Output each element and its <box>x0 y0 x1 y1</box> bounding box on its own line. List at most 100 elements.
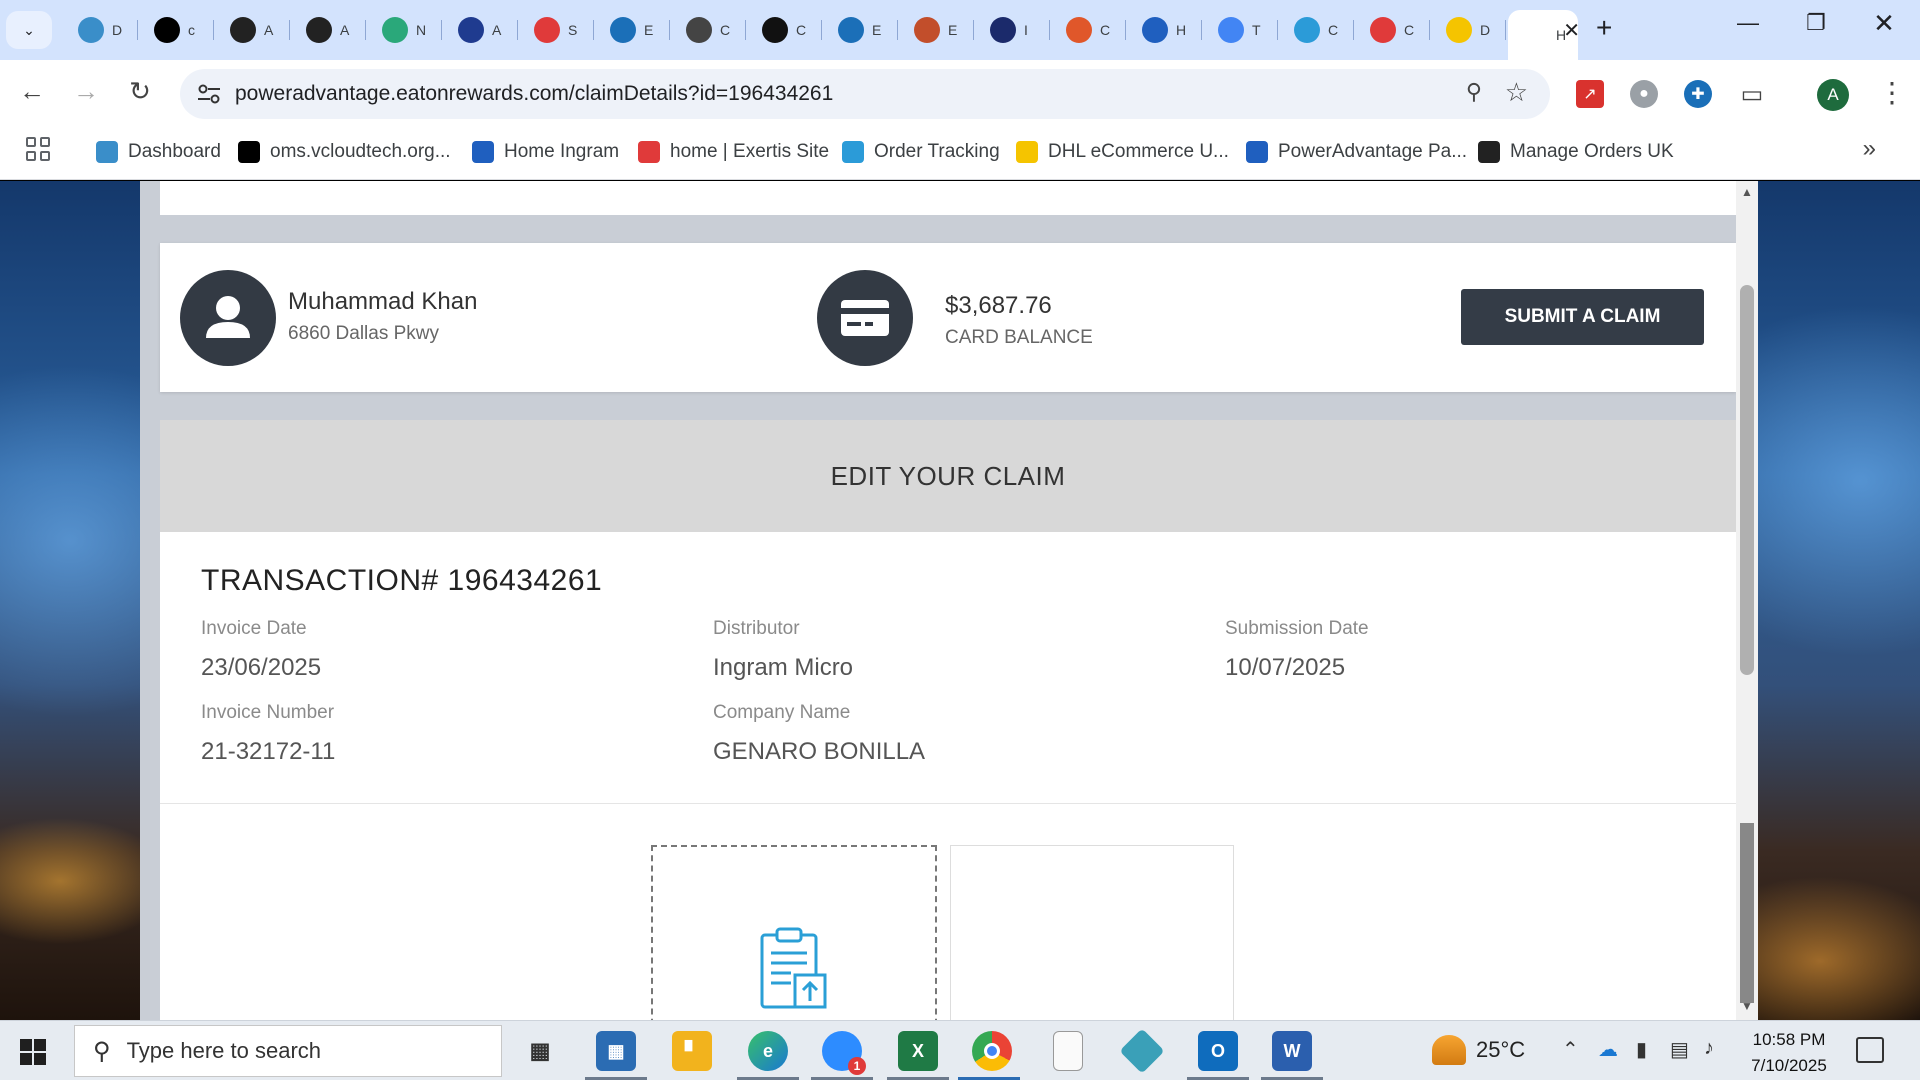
tab-title: E <box>948 22 958 38</box>
url-text[interactable]: poweradvantage.eatonrewards.com/claimDet… <box>235 82 833 106</box>
restore-button[interactable]: ❐ <box>1796 10 1836 36</box>
close-window-button[interactable]: ✕ <box>1864 8 1904 39</box>
weather-widget[interactable]: 25°C <box>1432 1035 1525 1065</box>
tab-separator <box>745 20 746 40</box>
browser-tab[interactable]: C <box>748 10 822 50</box>
close-tab-icon[interactable]: ✕ <box>1563 18 1580 43</box>
scrollbar-thumb[interactable] <box>1740 285 1754 675</box>
tab-title: T <box>1252 22 1261 38</box>
reload-button[interactable]: ↻ <box>122 76 158 107</box>
search-icon: ⚲ <box>93 1037 111 1065</box>
volume-icon[interactable]: ♪ <box>1704 1037 1714 1060</box>
bookmark-item[interactable]: Manage Orders UK <box>1478 137 1674 167</box>
support-extension-icon[interactable]: ✚ <box>1684 80 1712 108</box>
browser-tab[interactable]: C <box>1280 10 1354 50</box>
clock-date: 7/10/2025 <box>1751 1056 1827 1075</box>
network-icon[interactable]: ▤ <box>1670 1037 1689 1062</box>
browser-tab[interactable]: A <box>216 10 290 50</box>
browser-tab[interactable]: N <box>368 10 442 50</box>
notification-center-icon[interactable] <box>1856 1037 1884 1063</box>
clock-time: 10:58 PM <box>1752 1030 1826 1049</box>
bookmark-star-icon[interactable]: ☆ <box>1505 77 1528 108</box>
browser-tab[interactable]: S <box>520 10 594 50</box>
tab-separator <box>669 20 670 40</box>
pdf-extension-icon[interactable]: ↗ <box>1576 80 1604 108</box>
tab-separator <box>1429 20 1430 40</box>
new-tab-button[interactable]: + <box>1596 12 1612 44</box>
browser-tab[interactable]: H <box>1128 10 1202 50</box>
browser-tab[interactable]: D <box>64 10 138 50</box>
onedrive-cloud-icon[interactable]: ☁ <box>1598 1037 1618 1062</box>
browser-tab[interactable]: I <box>976 10 1050 50</box>
apps-grid-icon[interactable] <box>26 137 50 161</box>
back-button[interactable]: ← <box>14 76 50 107</box>
excel-icon[interactable]: X <box>898 1031 938 1071</box>
bookmark-label: Home Ingram <box>504 141 620 162</box>
task-view-icon[interactable]: ▦ <box>520 1031 560 1071</box>
browser-tab[interactable]: T <box>1204 10 1278 50</box>
bookmark-item[interactable]: DHL eCommerce U... <box>1016 137 1229 167</box>
profile-avatar[interactable]: A <box>1817 79 1849 111</box>
bookmark-item[interactable]: PowerAdvantage Pa... <box>1246 137 1467 167</box>
bookmark-label: Manage Orders UK <box>1510 141 1674 162</box>
browser-tab[interactable]: D <box>1432 10 1506 50</box>
taskbar-search-box[interactable]: ⚲ Type here to search <box>74 1025 502 1077</box>
upload-dropzone[interactable] <box>651 845 937 1020</box>
bookmark-item[interactable]: oms.vcloudtech.org... <box>238 137 451 167</box>
windows-start-icon[interactable] <box>20 1039 46 1065</box>
tab-separator <box>137 20 138 40</box>
forward-button[interactable]: → <box>68 76 104 107</box>
tab-title: S <box>568 22 578 38</box>
system-clock[interactable]: 10:58 PM 7/10/2025 <box>1746 1027 1832 1079</box>
bookmark-item[interactable]: home | Exertis Site <box>638 137 829 167</box>
page-icon <box>1522 22 1548 48</box>
tab-title: A <box>340 22 350 38</box>
file-explorer-icon[interactable]: ▘ <box>672 1031 712 1071</box>
browser-tab[interactable]: A <box>292 10 366 50</box>
taskbar-search-placeholder: Type here to search <box>126 1038 322 1063</box>
page-scrollbar[interactable]: ▲ ▼ <box>1736 181 1758 1020</box>
tab-title: I <box>1024 22 1028 38</box>
browser-tab[interactable]: C <box>672 10 746 50</box>
bookmark-item[interactable]: Home Ingram <box>472 137 619 167</box>
tab-search-button[interactable]: ⌄ <box>6 11 52 49</box>
bookmark-item[interactable]: Order Tracking <box>842 137 1000 167</box>
claim-heading: EDIT YOUR CLAIM <box>160 420 1736 532</box>
battery-icon[interactable]: ▮ <box>1636 1037 1647 1062</box>
bookmark-item[interactable]: Dashboard <box>96 137 221 167</box>
calculator-icon[interactable]: ▦ <box>596 1031 636 1071</box>
exertis-icon <box>534 17 560 43</box>
edge-browser-icon[interactable]: e <box>748 1031 788 1071</box>
globe-extension-icon[interactable]: ● <box>1630 80 1658 108</box>
outlook-icon[interactable]: O <box>1198 1031 1238 1071</box>
browser-tab[interactable]: E <box>596 10 670 50</box>
more-bookmarks-icon[interactable]: » <box>1863 135 1876 163</box>
zoom-app-icon[interactable]: 1 <box>822 1031 866 1075</box>
extensions-puzzle-icon[interactable]: ▭ <box>1738 80 1766 108</box>
browser-tab[interactable]: C <box>1052 10 1126 50</box>
blank-document-icon[interactable] <box>1053 1031 1083 1071</box>
site-settings-icon[interactable] <box>196 82 222 106</box>
tab-separator <box>973 20 974 40</box>
claim-card: EDIT YOUR CLAIM TRANSACTION# 196434261 I… <box>160 420 1736 1020</box>
hexagon-app-icon[interactable] <box>1119 1028 1165 1074</box>
scroll-down-icon[interactable]: ▼ <box>1741 999 1753 1013</box>
user-avatar-icon <box>180 270 276 366</box>
browser-menu-icon[interactable]: ⋮ <box>1878 76 1906 109</box>
chrome-icon[interactable] <box>972 1031 1012 1071</box>
zoom-icon[interactable]: ⚲ <box>1466 79 1482 105</box>
word-icon[interactable]: W <box>1272 1031 1312 1071</box>
hexagon-icon <box>78 17 104 43</box>
scroll-up-icon[interactable]: ▲ <box>1741 185 1753 199</box>
address-bar[interactable]: poweradvantage.eatonrewards.com/claimDet… <box>180 69 1550 119</box>
browser-tab[interactable]: E <box>824 10 898 50</box>
browser-tab[interactable]: E <box>900 10 974 50</box>
submit-claim-button[interactable]: SUBMIT A CLAIM <box>1461 289 1704 345</box>
card-balance-amount: $3,687.76 <box>945 292 1052 319</box>
active-tab[interactable]: H ✕ <box>1508 10 1580 60</box>
minimize-button[interactable]: — <box>1728 10 1768 36</box>
browser-tab[interactable]: A <box>444 10 518 50</box>
browser-tab[interactable]: C <box>1356 10 1430 50</box>
browser-tab[interactable]: c <box>140 10 214 50</box>
show-hidden-icons-icon[interactable]: ⌃ <box>1562 1037 1579 1062</box>
